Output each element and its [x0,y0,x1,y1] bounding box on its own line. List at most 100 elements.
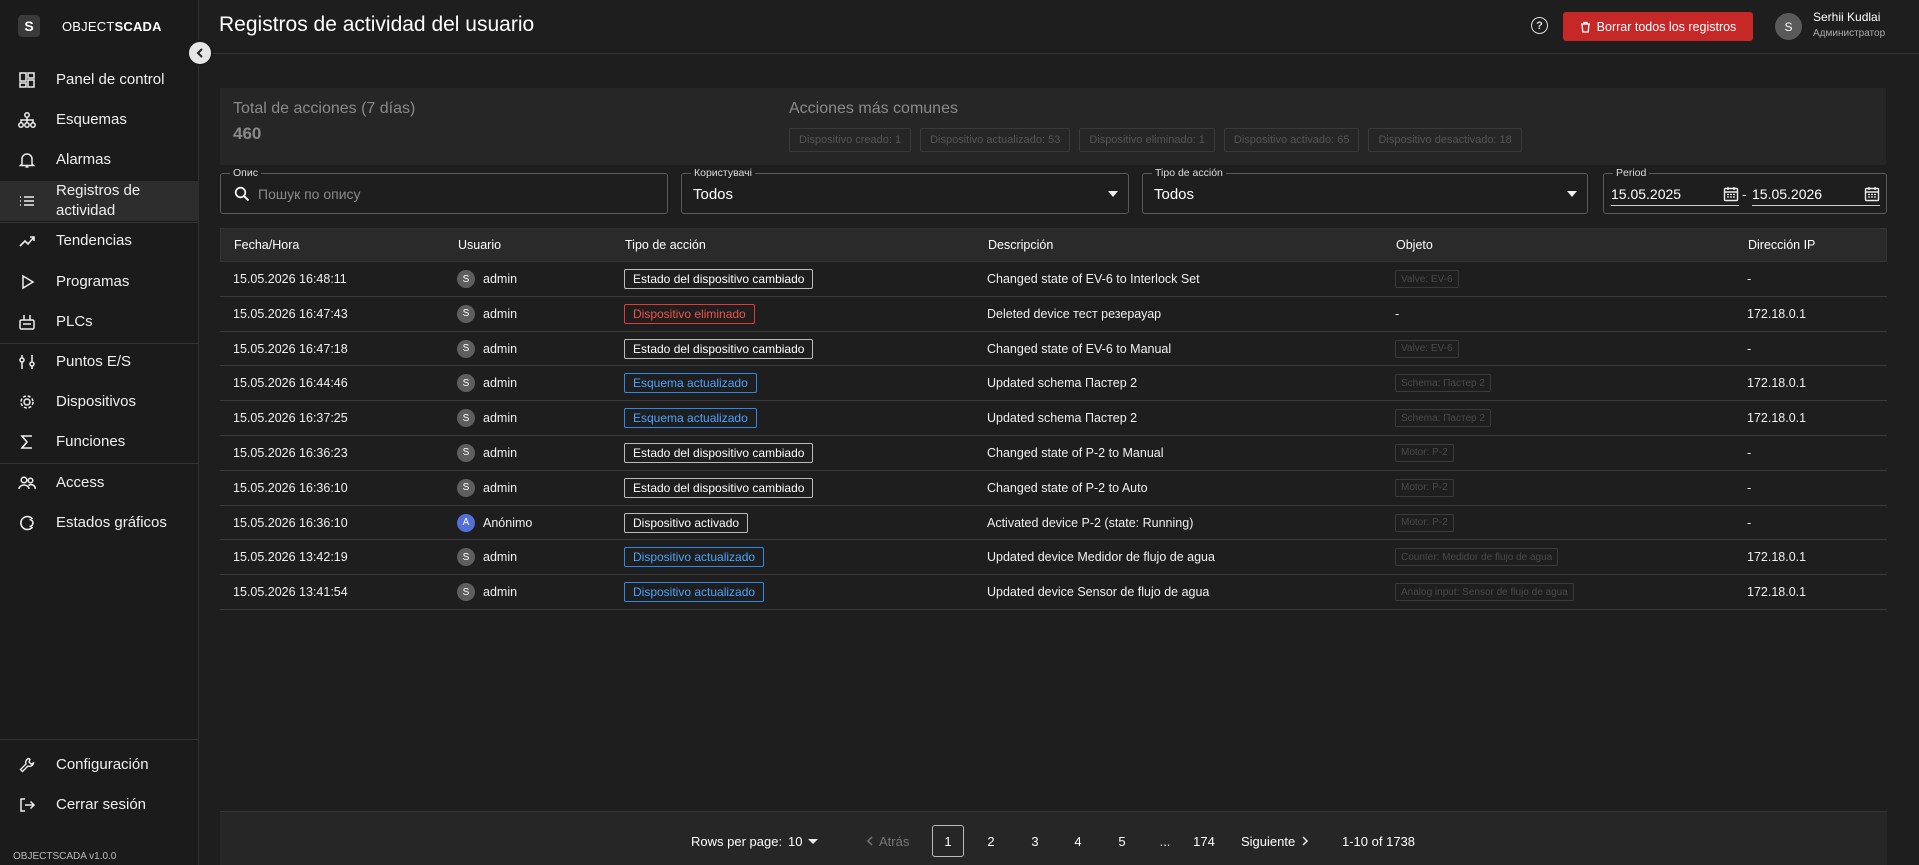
sidebar-item-label: PLCs [56,313,93,330]
sidebar-item-programas[interactable]: Programas [0,262,199,302]
sidebar-item-plcs[interactable]: PLCs [0,302,199,342]
sidebar-item-esquemas[interactable]: Esquemas [0,100,199,140]
sidebar-item-configuracion[interactable]: Configuración [0,745,199,785]
column-header[interactable]: Tipo de acción [625,238,706,252]
page-button[interactable]: 174 [1188,825,1220,857]
page-title: Registros de actividad del usuario [219,13,535,36]
user-avatar[interactable]: S [1775,13,1802,40]
action-type-badge: Dispositivo eliminado [624,303,755,324]
ip-address: 172.18.0.1 [1747,550,1807,565]
clear-all-logs-label: Borrar todos los registros [1596,19,1737,34]
description: Updated schema Пастер 2 [987,376,1138,391]
ip-address: 172.18.0.1 [1747,585,1807,600]
common-actions-chips: Dispositivo creado: 1 Dispositivo actuali… [789,128,1522,152]
sidebar-item-funciones[interactable]: Funciones [0,422,199,462]
table-row[interactable]: 15.05.2026 16:36:10 Sadmin Estado del disp… [220,471,1887,506]
table-row[interactable]: 15.05.2026 16:36:23 Sadmin Estado del disp… [220,436,1887,471]
sidebar-item-access[interactable]: Access [0,463,199,503]
column-header[interactable]: Fecha/Hora [234,238,299,252]
object-tag[interactable]: Schema: Пастер 2 [1395,374,1491,393]
table-row[interactable]: 15.05.2026 16:37:25 Sadmin Esquema actuali… [220,401,1887,436]
prev-page-button[interactable]: Atrás [866,825,909,857]
description-search-field[interactable]: Опис [220,166,668,214]
page-button[interactable]: 1 [932,825,964,857]
page-button[interactable]: 3 [1019,825,1051,857]
action-count-chip[interactable]: Dispositivo actualizado: 53 [920,128,1071,152]
description: Deleted device тест резерауар [987,306,1162,321]
column-header[interactable]: Usuario [458,238,501,252]
table-row[interactable]: 15.05.2026 16:36:10 A Anónimo Dispositivo a… [220,506,1887,541]
table-row[interactable]: 15.05.2026 13:42:19 Sadmin Dispositivo act… [220,540,1887,576]
sidebar-item-label: Panel de control [56,71,165,88]
table-row[interactable]: 15.05.2026 13:41:54 Sadmin Dispositivo act… [220,575,1887,610]
rows-per-page-select[interactable]: 10 [788,825,819,857]
action-type-badge: Dispositivo actualizado [624,582,765,603]
calendar-icon[interactable] [1723,186,1739,202]
page-button[interactable]: 5 [1106,825,1138,857]
prev-page-label: Atrás [879,833,910,849]
search-input[interactable] [258,184,658,204]
column-header[interactable]: Descripción [988,238,1053,252]
calendar-icon[interactable] [1864,186,1880,202]
table-row[interactable]: 15.05.2026 16:47:43 Sadmin Dispositivo eli… [220,297,1887,332]
action-type-value: Todos [1154,186,1195,203]
user-name: admin [483,306,518,321]
description: Changed state of EV-6 to Manual [987,341,1172,356]
column-header[interactable]: Dirección IP [1748,238,1815,252]
action-type-badge: Dispositivo activado [624,512,749,533]
users-select[interactable]: Користувачі Todos [681,166,1129,214]
sidebar-item-registros-de-actividad[interactable]: Registros de actividad [0,181,199,221]
sidebar-item-tendencias[interactable]: Tendencias [0,221,199,261]
sidebar-item-alarmas[interactable]: Alarmas [0,140,199,180]
object-tag[interactable]: Valve: EV-6 [1395,339,1459,358]
table-row[interactable]: 15.05.2026 16:47:18 Sadmin Estado del disp… [220,332,1887,367]
page-button[interactable]: 4 [1062,825,1094,857]
object-tag[interactable]: Motor: P-2 [1395,513,1454,532]
app-root: S OBJECTSCADA Panel de control Esquemas Al… [0,0,1919,865]
table-row[interactable]: 15.05.2026 16:48:11 Sadmin Estado del disp… [220,262,1887,297]
action-type-select[interactable]: Tipo de acción Todos [1142,166,1588,214]
app-logo[interactable]: S OBJECTSCADA [0,0,198,52]
action-count-chip[interactable]: Dispositivo activado: 65 [1223,128,1360,152]
sidebar-item-dispositivos[interactable]: Dispositivos [0,382,199,422]
action-count-chip[interactable]: Dispositivo creado: 1 [789,128,912,152]
list-icon [18,192,36,210]
column-header[interactable]: Objeto [1396,238,1433,252]
action-count-chip[interactable]: Dispositivo desactivado: 18 [1368,128,1522,152]
sidebar-divider [0,739,199,740]
action-count-chip[interactable]: Dispositivo eliminado: 1 [1079,128,1215,152]
description: Changed state of P-2 to Auto [987,480,1148,495]
clear-all-logs-button[interactable]: Borrar todos los registros [1563,12,1753,41]
object-tag[interactable]: Motor: P-2 [1395,443,1454,462]
help-icon[interactable]: ? [1531,17,1548,34]
sidebar-item-label: Registros de actividad [56,182,141,219]
object-tag[interactable]: Schema: Пастер 2 [1395,409,1491,428]
action-type-badge: Dispositivo actualizado [624,547,765,568]
object-empty: - [1395,306,1400,321]
sidebar-item-panel-de-control[interactable]: Panel de control [0,60,199,100]
object-tag[interactable]: Counter: Medidor de flujo de agua [1395,548,1559,567]
sidebar-item-label: Cerrar sesión [56,796,147,813]
collapse-sidebar-button[interactable] [187,40,213,66]
io-points-icon [18,353,36,371]
date-to-input[interactable]: 15.05.2026 [1752,186,1880,206]
page-button[interactable]: 2 [975,825,1007,857]
object-tag[interactable]: Valve: EV-6 [1395,270,1459,288]
user-name: Serhii Kudlai [1813,10,1881,24]
sidebar-item-puntos-e-s[interactable]: Puntos E/S [0,342,199,382]
object-tag[interactable]: Motor: P-2 [1395,478,1454,497]
user-role: Администратор [1813,28,1886,39]
object-tag[interactable]: Analog input: Sensor de flujo de agua [1395,583,1574,602]
sidebar-item-cerrar-sesion[interactable]: Cerrar sesión [0,785,199,825]
timestamp: 15.05.2026 16:37:25 [233,411,348,426]
sidebar-item-estados-graficos[interactable]: Estados gráficos [0,503,199,543]
date-from-input[interactable]: 15.05.2025 [1611,186,1739,206]
next-page-button[interactable]: Siguiente [1241,825,1309,857]
pagination: Rows per page: 10 Atrás 1 2 3 4 5... 174 Sigu… [220,811,1887,865]
table-row[interactable]: 15.05.2026 16:44:46 Sadmin Esquema actuali… [220,366,1887,402]
wrench-icon [18,756,36,774]
action-type-badge: Estado del dispositivo cambiado [624,269,814,289]
sidebar-item-label: Tendencias [56,232,132,249]
action-type-badge: Estado del dispositivo cambiado [624,338,814,359]
timestamp: 15.05.2026 16:47:43 [233,306,348,321]
